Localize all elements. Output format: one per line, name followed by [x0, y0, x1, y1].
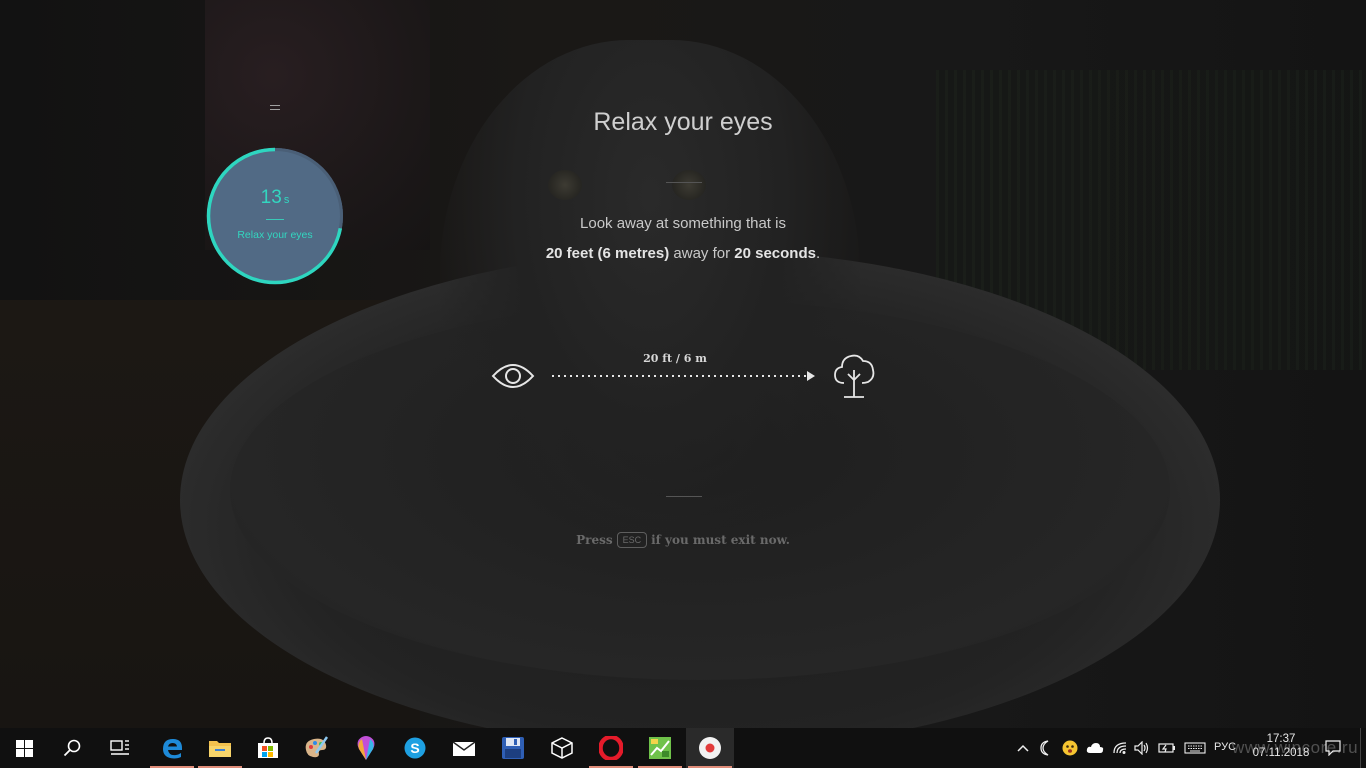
floppy-disk-icon [502, 737, 524, 759]
windows-logo-icon [15, 739, 33, 757]
exit-hint-suffix: if you must exit now. [651, 533, 790, 547]
edge-icon [163, 739, 182, 759]
tree-icon [834, 354, 875, 398]
eye-icon [491, 364, 535, 388]
taskbar-eye-break-app[interactable] [686, 728, 734, 768]
instruction-connector: away for [669, 245, 735, 262]
svg-text:S: S [410, 740, 419, 756]
taskbar-save-app[interactable] [489, 728, 537, 768]
esc-key-badge: ESC [616, 532, 648, 548]
taskbar-store[interactable] [244, 728, 292, 768]
instruction-line-2: 20 feet (6 metres) away for 20 seconds. [433, 245, 933, 262]
timer-seconds-value: 13 [260, 187, 282, 208]
moon-icon [1040, 740, 1049, 756]
timer-seconds-unit: s [283, 194, 290, 206]
tray-night-mode[interactable] [1036, 728, 1054, 768]
kitten-right-eye [672, 170, 706, 200]
tray-language[interactable]: РУС [1214, 741, 1236, 753]
taskbar-file-explorer[interactable] [196, 728, 244, 768]
battery-charging-icon [1158, 743, 1175, 753]
wifi-icon [1113, 742, 1127, 754]
folder-icon [209, 741, 231, 757]
taskbar-3d-viewer[interactable] [538, 728, 586, 768]
clock-time: 17:37 [1266, 733, 1296, 745]
kitten-left-eye [548, 170, 582, 200]
search-button[interactable] [48, 728, 96, 768]
timer-label: Relax your eyes [237, 229, 313, 241]
mail-icon [452, 741, 476, 756]
taskbar-mail[interactable] [440, 728, 488, 768]
map-app-icon [649, 737, 671, 759]
show-hidden-icons-button[interactable] [1014, 728, 1032, 768]
tray-volume[interactable] [1132, 728, 1152, 768]
chevron-up-icon [1017, 744, 1029, 752]
task-view-icon [110, 740, 129, 755]
show-desktop-button[interactable] [1360, 728, 1366, 768]
record-icon [699, 737, 721, 759]
notification-icon [1325, 740, 1341, 756]
store-icon [258, 737, 278, 758]
dotted-arrow-icon [552, 371, 815, 381]
title-divider [666, 182, 702, 183]
start-button[interactable] [0, 728, 48, 768]
tray-battery[interactable] [1156, 728, 1178, 768]
tray-onedrive[interactable] [1084, 728, 1106, 768]
timer-seconds: 13 s [206, 187, 344, 209]
taskbar-paint[interactable] [292, 728, 340, 768]
distance-emphasis: 20 feet (6 metres) [545, 245, 670, 262]
timer-ring [206, 147, 344, 285]
instruction-line-1: Look away at something that is [580, 215, 786, 232]
exit-hint-prefix: Press [576, 533, 613, 547]
paint-3d-icon [357, 736, 375, 760]
speaker-icon [1134, 741, 1149, 755]
windows-taskbar: S РУС 17:37 07.11.2018 www.wincore.ru [0, 728, 1366, 768]
keyboard-icon [1184, 742, 1206, 754]
taskbar-opera[interactable] [587, 728, 635, 768]
tray-touch-keyboard[interactable] [1182, 728, 1208, 768]
instruction-period: . [815, 245, 821, 262]
taskbar-maps-app[interactable] [636, 728, 684, 768]
tray-clock[interactable]: 17:37 07.11.2018 [1250, 732, 1312, 760]
timer-divider [266, 219, 284, 220]
opera-icon [599, 736, 623, 760]
search-icon [63, 739, 81, 757]
distance-label: 20 ft / 6 m [643, 352, 707, 365]
page-title: Relax your eyes [593, 108, 773, 136]
paint-palette-icon [305, 736, 329, 758]
tray-wifi[interactable] [1110, 728, 1130, 768]
tray-emoji-app[interactable] [1060, 728, 1080, 768]
taskbar-edge[interactable] [148, 728, 196, 768]
exit-hint: Press ESC if you must exit now. [533, 532, 833, 548]
footer-divider [666, 496, 702, 497]
task-view-button[interactable] [96, 728, 144, 768]
cube-icon [551, 737, 573, 759]
emoji-face-icon [1062, 740, 1078, 756]
countdown-timer: 13 s Relax your eyes [206, 147, 344, 285]
action-center-button[interactable] [1322, 728, 1344, 768]
clock-date: 07.11.2018 [1252, 747, 1310, 759]
taskbar-paint-3d[interactable] [342, 728, 390, 768]
cloud-icon [1086, 743, 1104, 753]
taskbar-skype[interactable]: S [391, 728, 439, 768]
duration-emphasis: 20 seconds [734, 245, 816, 262]
hamburger-menu-icon[interactable] [270, 104, 280, 112]
skype-icon: S [404, 737, 426, 759]
